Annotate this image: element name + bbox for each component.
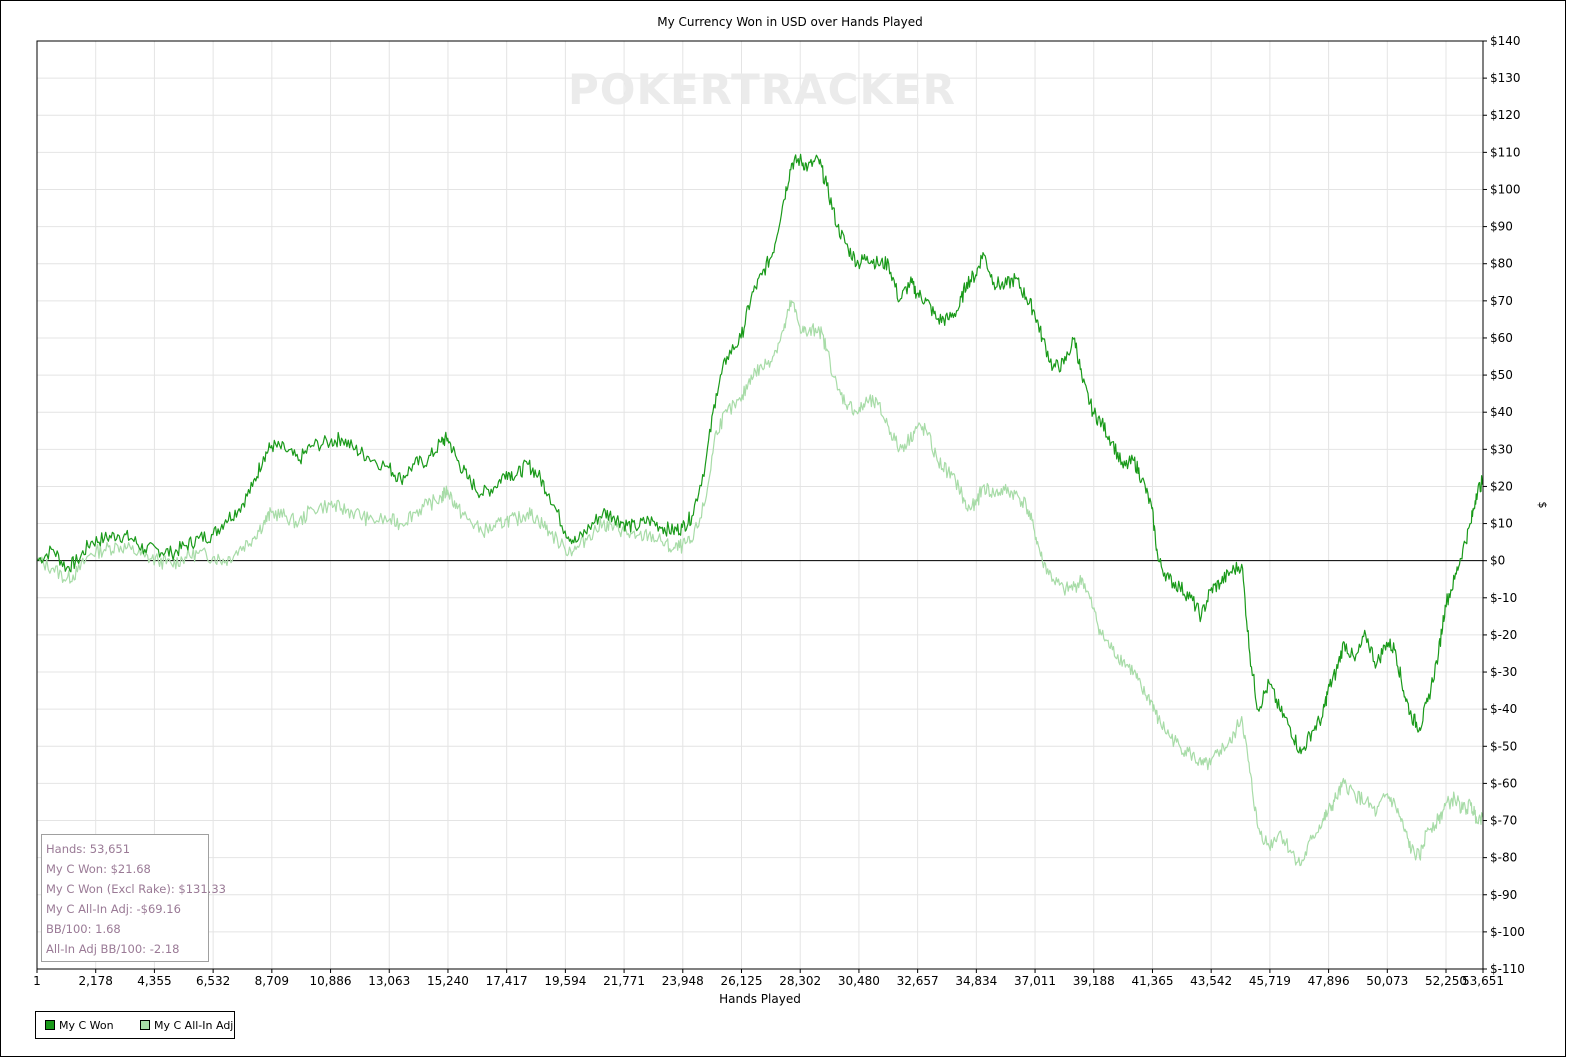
y-tick-label: $50 [1490, 368, 1513, 382]
y-tick-label: $80 [1490, 257, 1513, 271]
y-tick-label: $-10 [1490, 591, 1517, 605]
y-tick-label: $140 [1490, 34, 1521, 48]
y-tick-label: $130 [1490, 71, 1521, 85]
y-tick-label: $-20 [1490, 628, 1517, 642]
x-tick-label: 19,594 [544, 974, 586, 988]
x-axis: 1 2,178 4,355 6,532 8,709 10,886 13,063 15,240 1… [33, 969, 1504, 988]
legend-label-won: My C Won [59, 1019, 114, 1032]
x-tick-label: 26,125 [721, 974, 763, 988]
x-tick-label: 34,834 [955, 974, 997, 988]
y-tick-label: $-100 [1490, 925, 1525, 939]
legend: My C Won My C All-In Adj [35, 1011, 235, 1039]
legend-swatch-won [45, 1020, 55, 1030]
x-tick-label: 23,948 [662, 974, 704, 988]
stats-box: Hands: 53,651 My C Won: $21.68 My C Won … [41, 834, 226, 962]
x-tick-label: 53,651 [1462, 974, 1504, 988]
x-tick-label: 30,480 [838, 974, 880, 988]
y-axis: $140 $130 $120 $110 $100 $90 $80 $70 $60 $50 $40 $3… [1483, 34, 1525, 976]
legend-label-allin: My C All-In Adj [154, 1019, 234, 1032]
x-tick-label: 13,063 [368, 974, 410, 988]
y-tick-label: $40 [1490, 405, 1513, 419]
stat-won-excl-rake: My C Won (Excl Rake): $131.33 [46, 882, 226, 896]
legend-swatch-allin [140, 1020, 150, 1030]
chart-title: My Currency Won in USD over Hands Played [657, 15, 923, 29]
y-tick-label: $0 [1490, 554, 1505, 568]
y-tick-label: $120 [1490, 108, 1521, 122]
x-tick-label: 32,657 [897, 974, 939, 988]
y-tick-label: $110 [1490, 145, 1521, 159]
y-tick-label: $-80 [1490, 851, 1517, 865]
x-tick-label: 6,532 [196, 974, 230, 988]
x-tick-label: 1 [33, 974, 41, 988]
y-tick-label: $-40 [1490, 702, 1517, 716]
x-tick-label: 45,719 [1249, 974, 1291, 988]
legend-item-allin[interactable]: My C All-In Adj [140, 1019, 233, 1032]
y-tick-label: $70 [1490, 294, 1513, 308]
x-tick-label: 43,542 [1190, 974, 1232, 988]
y-tick-label: $100 [1490, 182, 1521, 196]
watermark: POKERTRACKER [568, 65, 956, 114]
y-tick-label: $20 [1490, 479, 1513, 493]
stat-allin-bb100: All-In Adj BB/100: -2.18 [46, 942, 180, 956]
y-tick-label: $-110 [1490, 962, 1525, 976]
y-tick-label: $10 [1490, 517, 1513, 531]
x-tick-label: 2,178 [79, 974, 113, 988]
x-tick-label: 41,365 [1131, 974, 1173, 988]
x-tick-label: 8,709 [255, 974, 289, 988]
x-tick-label: 21,771 [603, 974, 645, 988]
x-tick-label: 17,417 [486, 974, 528, 988]
chart: My Currency Won in USD over Hands Played… [33, 15, 1549, 1006]
x-tick-label: 47,896 [1308, 974, 1350, 988]
y-tick-label: $90 [1490, 220, 1513, 234]
plot-area [37, 41, 1483, 969]
stat-hands: Hands: 53,651 [46, 842, 131, 856]
y-tick-label: $-60 [1490, 776, 1517, 790]
x-tick-label: 15,240 [427, 974, 469, 988]
stat-won: My C Won: $21.68 [46, 862, 151, 876]
y-tick-label: $60 [1490, 331, 1513, 345]
x-tick-label: 28,302 [779, 974, 821, 988]
x-axis-label: Hands Played [719, 992, 801, 1006]
legend-item-won[interactable]: My C Won [45, 1019, 114, 1032]
x-tick-label: 39,188 [1073, 974, 1115, 988]
y-axis-label: $ [1536, 502, 1549, 509]
stat-bb100: BB/100: 1.68 [46, 922, 121, 936]
x-tick-label: 37,011 [1014, 974, 1056, 988]
x-tick-label: 4,355 [137, 974, 171, 988]
x-tick-label: 50,073 [1366, 974, 1408, 988]
y-tick-label: $-90 [1490, 888, 1517, 902]
y-tick-label: $30 [1490, 442, 1513, 456]
stat-allin-adj: My C All-In Adj: -$69.16 [46, 902, 181, 916]
y-tick-label: $-70 [1490, 814, 1517, 828]
x-tick-label: 52,250 [1425, 974, 1467, 988]
x-tick-label: 10,886 [310, 974, 352, 988]
y-tick-label: $-50 [1490, 739, 1517, 753]
y-tick-label: $-30 [1490, 665, 1517, 679]
